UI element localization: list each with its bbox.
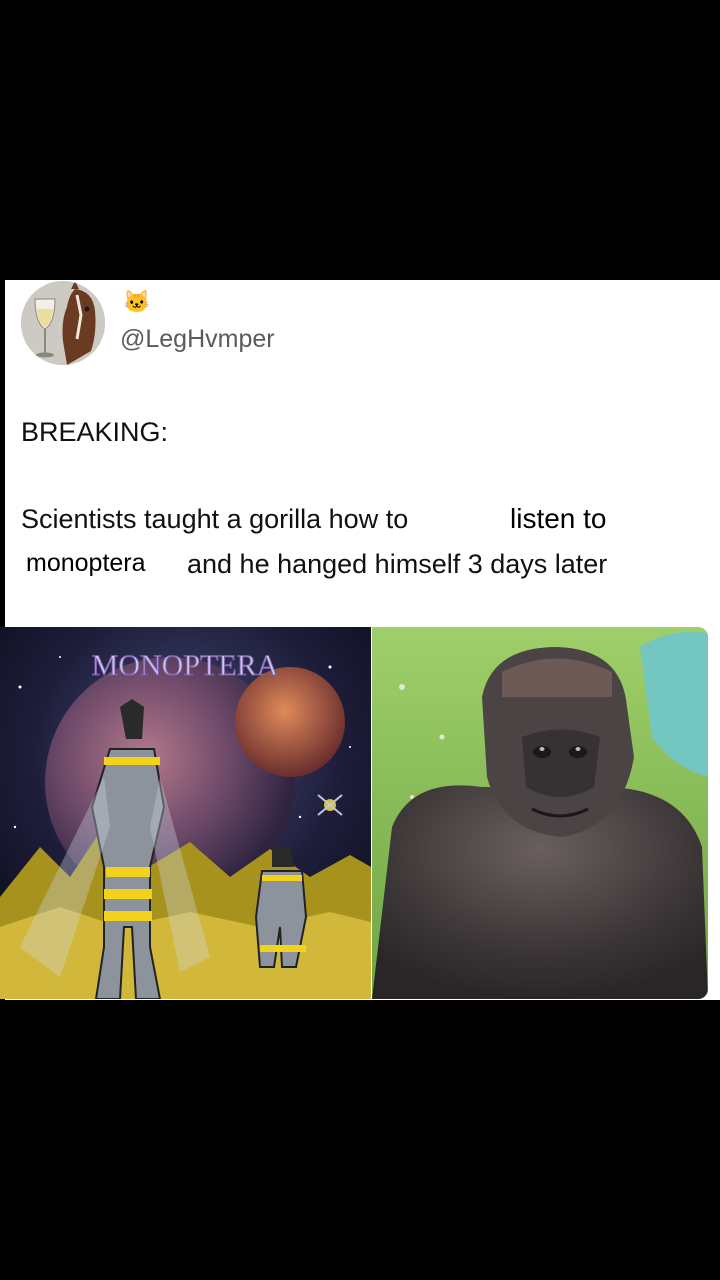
album-logo-text: MONOPTERA: [92, 649, 279, 682]
tweet-text-line-2: Scientists taught a gorilla how to: [21, 504, 409, 534]
gorilla-photo: [372, 627, 708, 999]
media-grid: MONOPTERA: [0, 627, 715, 999]
album-cover-image[interactable]: MONOPTERA: [0, 627, 371, 999]
overlay-text-monoptera: monoptera: [26, 549, 146, 577]
tweet-text-line-1: BREAKING:: [21, 417, 169, 447]
avatar-image: [21, 281, 105, 365]
tweet-text-line-3: and he hanged himself 3 days later: [187, 549, 608, 579]
overlay-text-listen-to: listen to: [510, 503, 607, 534]
album-cover-art: MONOPTERA: [0, 627, 371, 999]
user-handle[interactable]: @LegHvmper: [120, 325, 275, 354]
cat-emoji-icon: 🐱: [123, 289, 151, 314]
avatar[interactable]: [21, 281, 105, 365]
gorilla-image[interactable]: [372, 627, 708, 999]
